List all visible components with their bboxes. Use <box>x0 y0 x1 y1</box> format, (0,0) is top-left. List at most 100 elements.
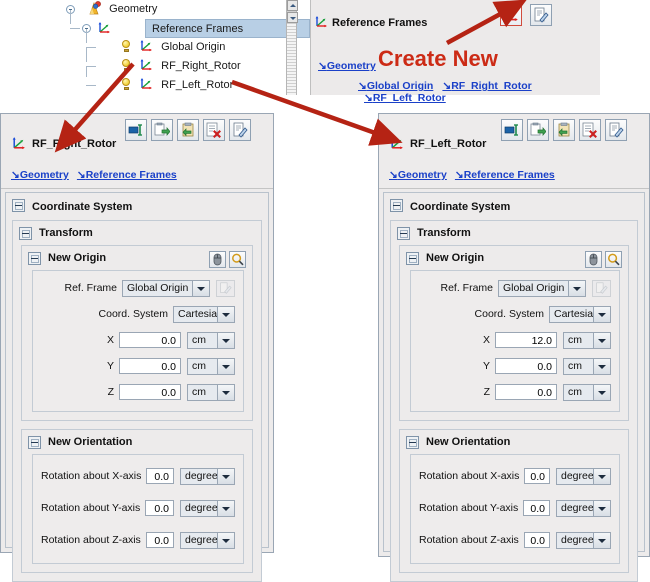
coord-system-label: Coord. System <box>474 308 544 320</box>
x-value-input[interactable]: 0.0 <box>119 332 181 348</box>
ref-frame-select[interactable]: Global Origin <box>498 279 586 297</box>
chevron-down-icon[interactable] <box>217 306 234 322</box>
x-unit-select[interactable]: cm <box>187 331 235 349</box>
copy-out-button[interactable] <box>151 119 173 141</box>
rotation-y-input[interactable]: 0.0 <box>145 500 174 516</box>
chevron-down-icon[interactable] <box>217 332 234 348</box>
coordinate-frame-icon <box>139 77 153 91</box>
breadcrumb-link-geometry[interactable]: ↘Geometry <box>389 169 447 181</box>
y-unit-select[interactable]: cm <box>563 357 611 375</box>
x-unit-select[interactable]: cm <box>563 331 611 349</box>
y-value-input[interactable]: 0.0 <box>495 358 557 374</box>
breadcrumb-link-geometry[interactable]: ↘Geometry <box>11 169 69 181</box>
collapse-toggle[interactable] <box>28 252 41 265</box>
rename-button[interactable] <box>501 119 523 141</box>
collapse-toggle[interactable] <box>390 199 403 212</box>
coord-system-select[interactable]: Cartesian <box>549 305 611 323</box>
tree-item-global-origin[interactable]: Global Origin <box>60 29 310 57</box>
collapse-toggle[interactable] <box>406 252 419 265</box>
chevron-down-icon[interactable] <box>593 500 610 516</box>
breadcrumb-link-reference-frames[interactable]: ↘Reference Frames <box>455 169 555 181</box>
ref-frame-select[interactable]: Global Origin <box>122 279 210 297</box>
rename-button[interactable] <box>125 119 147 141</box>
z-value-input[interactable]: 0.0 <box>119 384 181 400</box>
rotation-y-input[interactable]: 0.0 <box>523 500 550 516</box>
visibility-bulb-icon[interactable] <box>120 77 132 91</box>
tree-vertical-scrollbar[interactable] <box>286 0 298 95</box>
chevron-down-icon[interactable] <box>593 358 610 374</box>
edit-button[interactable] <box>229 119 251 141</box>
rotation-x-input[interactable]: 0.0 <box>524 468 550 484</box>
delete-button[interactable] <box>203 119 225 141</box>
collapse-toggle[interactable] <box>28 436 41 449</box>
edit-properties-button[interactable] <box>530 4 552 26</box>
chevron-down-icon[interactable] <box>568 280 585 296</box>
pick-with-mouse-button[interactable] <box>585 251 602 268</box>
rotation-x-unit-value: degrees <box>185 469 217 482</box>
visibility-bulb-icon[interactable] <box>120 58 132 72</box>
child-link-rf-right-rotor[interactable]: ↘RF_Right_Rotor <box>442 80 531 92</box>
rotation-z-unit-select[interactable]: degrees <box>556 531 611 549</box>
collapse-toggle[interactable] <box>19 227 32 240</box>
rotation-x-input[interactable]: 0.0 <box>146 468 174 484</box>
child-link-global-origin[interactable]: ↘Global Origin <box>358 80 433 92</box>
rotation-y-unit-select[interactable]: degrees <box>180 499 235 517</box>
edit-button[interactable] <box>605 119 627 141</box>
create-new-reference-frame-button[interactable] <box>500 4 522 26</box>
coordinate-frame-icon <box>314 15 328 29</box>
rotation-label-z: Rotation about Z-axis <box>41 534 141 546</box>
y-unit-select[interactable]: cm <box>187 357 235 375</box>
rotation-y-unit-select[interactable]: degrees <box>556 499 611 517</box>
tree-item-rf-left-rotor[interactable]: RF_Left_Rotor <box>60 67 310 95</box>
breadcrumb-link-geometry[interactable]: ↘Geometry <box>318 60 376 72</box>
tree-item-reference-frames[interactable]: Reference Frames <box>60 10 310 38</box>
breadcrumb-link-reference-frames[interactable]: ↘Reference Frames <box>77 169 177 181</box>
visibility-bulb-icon[interactable] <box>120 39 132 53</box>
child-link-rf-left-rotor[interactable]: ↘RF_Left_Rotor <box>364 92 446 104</box>
new-orientation-group: New Orientation Rotation about X-axis 0.… <box>399 429 629 573</box>
axis-row-z: Z 0.0 cm <box>41 383 235 401</box>
chevron-down-icon[interactable] <box>217 532 234 548</box>
coordinate-system-section: Coordinate System Transform New Origin R… <box>383 192 645 582</box>
z-unit-select[interactable]: cm <box>563 383 611 401</box>
axis-row-y: Y 0.0 cm <box>41 357 235 375</box>
pick-with-mouse-button[interactable] <box>209 251 226 268</box>
rotation-z-input[interactable]: 0.0 <box>145 532 174 548</box>
collapse-toggle[interactable] <box>12 199 25 212</box>
rotation-x-unit-select[interactable]: degrees <box>180 467 235 485</box>
chevron-down-icon[interactable] <box>217 384 234 400</box>
rotation-row-z: Rotation about Z-axis 0.0 degrees <box>41 531 235 549</box>
chevron-down-icon[interactable] <box>593 532 610 548</box>
delete-button[interactable] <box>579 119 601 141</box>
tree-item-rf-right-rotor[interactable]: RF_Right_Rotor <box>60 48 310 76</box>
rotation-z-input[interactable]: 0.0 <box>523 532 550 548</box>
chevron-down-icon[interactable] <box>593 468 610 484</box>
collapse-toggle[interactable] <box>406 436 419 449</box>
scroll-up-arrow[interactable] <box>287 0 298 11</box>
chevron-down-icon[interactable] <box>593 384 610 400</box>
collapse-toggle[interactable] <box>397 227 410 240</box>
zoom-search-button[interactable] <box>229 251 246 268</box>
chevron-down-icon[interactable] <box>593 306 610 322</box>
z-unit-select[interactable]: cm <box>187 383 235 401</box>
copy-out-button[interactable] <box>527 119 549 141</box>
paste-in-button[interactable] <box>553 119 575 141</box>
y-value-input[interactable]: 0.0 <box>119 358 181 374</box>
tree-connector <box>86 29 87 43</box>
ref-frame-label: Ref. Frame <box>440 282 493 294</box>
zoom-search-button[interactable] <box>605 251 622 268</box>
scroll-down-arrow[interactable] <box>287 12 298 23</box>
paste-in-button[interactable] <box>177 119 199 141</box>
coord-system-select[interactable]: Cartesian <box>173 305 235 323</box>
rotation-x-unit-select[interactable]: degrees <box>556 467 611 485</box>
chevron-down-icon[interactable] <box>217 468 234 484</box>
chevron-down-icon[interactable] <box>217 358 234 374</box>
tree-item-geometry[interactable]: Geometry <box>60 0 310 19</box>
x-value-input[interactable]: 12.0 <box>495 332 557 348</box>
rotation-z-unit-select[interactable]: degrees <box>180 531 235 549</box>
z-value-input[interactable]: 0.0 <box>495 384 557 400</box>
rotation-z-unit-value: degrees <box>185 533 217 546</box>
chevron-down-icon[interactable] <box>192 280 209 296</box>
chevron-down-icon[interactable] <box>593 332 610 348</box>
chevron-down-icon[interactable] <box>217 500 234 516</box>
